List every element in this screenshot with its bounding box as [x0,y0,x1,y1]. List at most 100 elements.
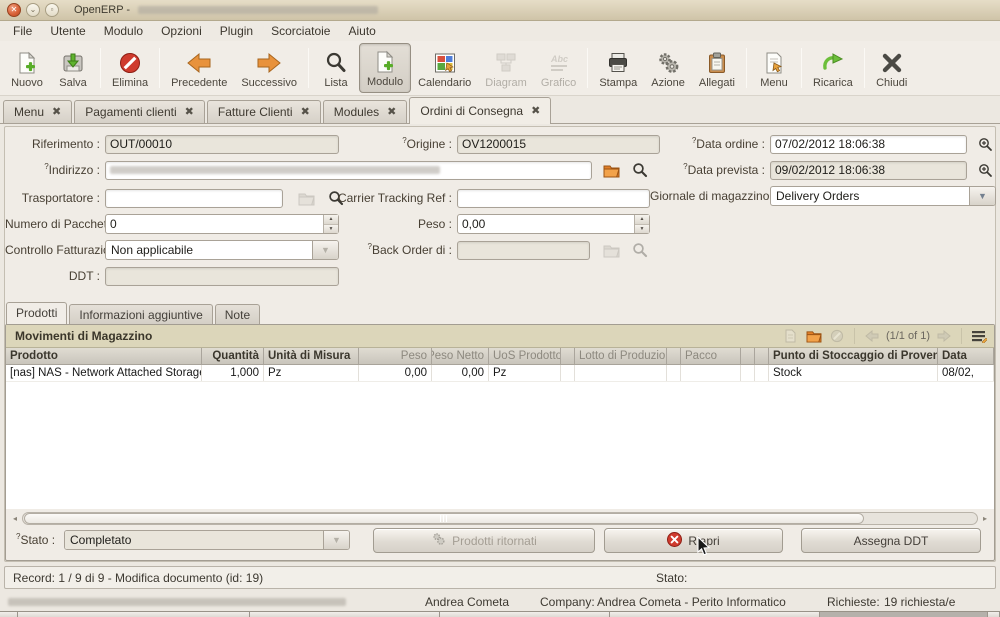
scroll-left-icon[interactable]: ◂ [8,512,22,525]
data-prevista-field[interactable] [770,161,967,180]
tab-close-icon[interactable]: ✖ [185,105,194,118]
search-record-icon[interactable] [631,161,649,179]
toolbar-successivo-button[interactable]: Successivo [234,43,304,93]
tab-close-icon[interactable]: ✖ [531,104,540,117]
controllo-fatturazione-combo[interactable]: Non applicabile ▼ [105,240,339,260]
riferimento-field[interactable] [105,135,339,154]
toolbar-separator [746,48,747,88]
column-header[interactable] [667,348,681,364]
taskbar-item[interactable] [18,612,250,617]
toolbar-elimina-button[interactable]: Elimina [105,43,155,93]
form-page: Riferimento : ?Origine : ?Data ordine : … [0,124,1000,565]
date-zoom-icon[interactable] [976,135,994,153]
scrollbar-trough[interactable] [22,512,978,525]
menu-utente[interactable]: Utente [41,22,94,40]
spin-up-icon[interactable]: ▲ [635,215,649,225]
menu-aiuto[interactable]: Aiuto [339,22,384,40]
taskbar-item-active[interactable] [820,612,988,617]
toolbar-precedente-button[interactable]: Precedente [164,43,234,93]
column-header[interactable]: Lotto di Produzione [575,348,667,364]
menu-modulo[interactable]: Modulo [95,22,152,40]
column-header[interactable]: Punto di Stoccaggio di Provenienza [769,348,938,364]
window-minimize-button[interactable]: ⌄ [26,3,40,17]
column-header[interactable] [561,348,575,364]
richieste-count[interactable]: 19 richiesta/e [884,595,955,609]
table-row[interactable]: [nas] NAS - Network Attached Storage 1,0… [6,365,994,382]
tab-modules[interactable]: Modules✖ [323,100,408,123]
scroll-right-icon[interactable]: ▸ [978,512,992,525]
spin-up-icon[interactable]: ▲ [324,215,338,225]
toolbar-nuovo-button[interactable]: Nuovo [4,43,50,93]
spin-down-icon[interactable]: ▼ [324,225,338,234]
column-header[interactable] [755,348,769,364]
scrollbar-thumb[interactable] [24,513,864,524]
column-header[interactable] [741,348,755,364]
date-zoom-icon[interactable] [976,161,994,179]
column-header[interactable]: Quantità [202,348,264,364]
indirizzo-field[interactable] [105,161,592,180]
spin-down-icon[interactable]: ▼ [635,225,649,234]
carrier-tracking-field[interactable] [457,189,650,208]
back-order-field[interactable] [457,241,590,260]
toolbar-allegati-button[interactable]: Allegati [692,43,742,93]
trasportatore-field[interactable] [105,189,283,208]
toolbar-chiudi-button[interactable]: Chiudi [869,43,915,93]
horizontal-scrollbar[interactable]: ◂ ▸ [8,511,992,526]
menu-opzioni[interactable]: Opzioni [152,22,211,40]
toolbar-azione-button[interactable]: Azione [644,43,692,93]
toolbar-salva-button[interactable]: Salva [50,43,96,93]
column-header[interactable]: Prodotto [6,348,202,364]
toolbar-calendario-button[interactable]: Calendario [411,43,478,93]
riapri-button[interactable]: Riapri [604,528,783,553]
taskbar-item[interactable] [250,612,440,617]
tab-note[interactable]: Note [215,304,260,324]
numero-pacchetti-field[interactable] [106,215,323,233]
data-ordine-field[interactable] [770,135,967,154]
tab-close-icon[interactable]: ✖ [301,105,310,118]
window-maximize-button[interactable]: ▫ [45,3,59,17]
column-header[interactable]: UoS Prodotto [489,348,561,364]
tab-menu[interactable]: Menu✖ [3,100,72,123]
toolbar-lista-button[interactable]: Lista [313,43,359,93]
origine-field[interactable] [457,135,660,154]
toolbar-stampa-button[interactable]: Stampa [592,43,644,93]
open-resource-folder-icon[interactable] [602,161,620,179]
giornale-combo[interactable]: Delivery Orders ▼ [770,186,996,206]
taskbar-item[interactable] [0,612,18,617]
column-header[interactable]: Pacco [681,348,741,364]
chevron-down-icon[interactable]: ▼ [312,241,338,259]
assegna-ddt-button[interactable]: Assegna DDT [801,528,981,553]
tab-ordini-di-consegna[interactable]: Ordini di Consegna✖ [409,97,551,124]
menu-file[interactable]: File [4,22,41,40]
tab-close-icon[interactable]: ✖ [52,105,61,118]
taskbar-item[interactable] [988,612,1000,617]
tab-informazioni-aggiuntive[interactable]: Informazioni aggiuntive [69,304,212,324]
column-header[interactable]: Peso Netto [432,348,489,364]
column-header[interactable]: Peso [359,348,432,364]
chevron-down-icon[interactable]: ▼ [323,531,349,549]
switch-view-icon[interactable] [970,327,988,345]
chevron-down-icon[interactable]: ▼ [969,187,995,205]
column-header[interactable]: Data [938,348,994,364]
taskbar-strip [0,611,1000,617]
menu-scorciatoie[interactable]: Scorciatoie [262,22,339,40]
toolbar-modulo-button[interactable]: Modulo [359,43,411,93]
toolbar-ricarica-button[interactable]: Ricarica [806,43,860,93]
mouse-cursor [697,536,711,560]
numero-pacchetti-stepper[interactable]: ▲▼ [105,214,339,234]
peso-field[interactable] [458,215,634,233]
taskbar-item[interactable] [610,612,820,617]
tab-pagamenti-clienti[interactable]: Pagamenti clienti✖ [74,100,205,123]
tab-close-icon[interactable]: ✖ [387,105,396,118]
menu-plugin[interactable]: Plugin [211,22,262,40]
column-header[interactable]: Unità di Misura [264,348,359,364]
peso-stepper[interactable]: ▲▼ [457,214,650,234]
ddt-field[interactable] [105,267,339,286]
tab-fatture-clienti[interactable]: Fatture Clienti✖ [207,100,321,123]
tab-prodotti[interactable]: Prodotti [6,302,67,325]
taskbar-item[interactable] [440,612,610,617]
stato-combo[interactable]: Completato ▼ [64,530,350,550]
window-close-button[interactable]: ✕ [7,3,21,17]
open-line-folder-icon[interactable] [805,327,823,345]
toolbar-menu-button[interactable]: Menu [751,43,797,93]
